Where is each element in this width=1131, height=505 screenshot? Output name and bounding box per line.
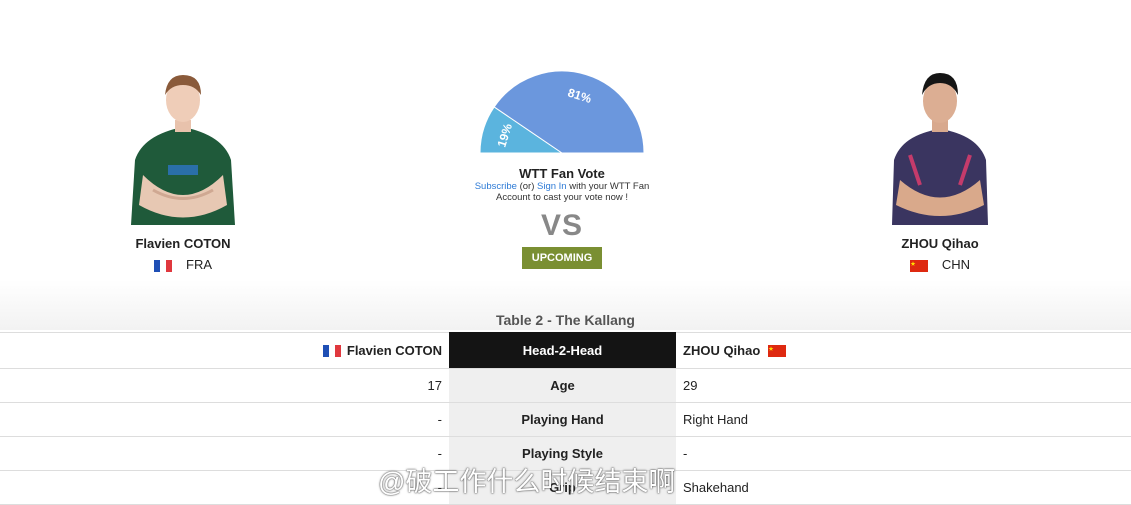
player1-name[interactable]: Flavien COTON <box>123 236 243 251</box>
fan-vote-chart[interactable]: 19%81% <box>452 65 672 155</box>
player1-card[interactable]: Flavien COTON FRA <box>123 65 243 272</box>
player2-card[interactable]: ZHOU Qihao CHN <box>880 65 1000 272</box>
player2-country: CHN <box>880 257 1000 272</box>
table-row: 17 Age 29 <box>0 368 1131 403</box>
fan-vote-title: WTT Fan Vote <box>519 166 605 181</box>
header-player2-name: ZHOU Qihao <box>683 343 761 358</box>
fan-vote-panel: 19% 81% WTT Fan Vote Subscribe (or) Sign … <box>452 65 672 269</box>
player2-photo <box>880 65 1000 225</box>
china-flag-icon <box>909 259 928 272</box>
row-age-player2: 29 <box>676 368 1131 403</box>
table-venue-title: Table 2 - The Kallang <box>496 312 635 328</box>
header-player2[interactable]: ZHOU Qihao <box>676 332 1131 369</box>
player1-country: FRA <box>123 257 243 272</box>
player2-name[interactable]: ZHOU Qihao <box>880 236 1000 251</box>
china-flag-icon <box>768 345 787 357</box>
status-badge: UPCOMING <box>521 247 603 269</box>
header-player1[interactable]: Flavien COTON <box>0 332 449 369</box>
table-row: - Playing Hand Right Hand <box>0 402 1131 437</box>
row-age-player1: 17 <box>0 368 449 403</box>
instructions-line2: Account to cast your vote now ! <box>495 192 628 203</box>
row-hand-player1: - <box>0 402 449 437</box>
table-header-row: Flavien COTON Head-2-Head ZHOU Qihao <box>0 332 1131 369</box>
row-hand-label: Playing Hand <box>449 402 676 437</box>
france-flag-icon <box>154 259 172 272</box>
row-age-label: Age <box>449 368 676 403</box>
sign-in-link[interactable]: Sign In <box>537 181 567 192</box>
row-style-player2: - <box>676 436 1131 471</box>
vs-label: VS <box>540 209 584 242</box>
or-text: (or) <box>516 181 538 192</box>
player1-photo <box>123 65 243 225</box>
player1-country-code: FRA <box>186 257 212 272</box>
player2-country-code: CHN <box>941 257 971 272</box>
header-player1-name: Flavien COTON <box>346 343 442 358</box>
subscribe-link[interactable]: Subscribe <box>475 181 517 192</box>
header-head-2-head: Head-2-Head <box>449 332 676 369</box>
instructions-line1-tail: with your WTT Fan <box>566 181 650 192</box>
row-grip-player2: Shakehand <box>676 470 1131 505</box>
row-hand-player2: Right Hand <box>676 402 1131 437</box>
fan-vote-instructions: Subscribe (or) Sign In with your WTT Fan… <box>452 181 672 203</box>
weibo-watermark: @破工作什么时候结束啊 <box>378 467 676 497</box>
france-flag-icon <box>322 345 341 357</box>
